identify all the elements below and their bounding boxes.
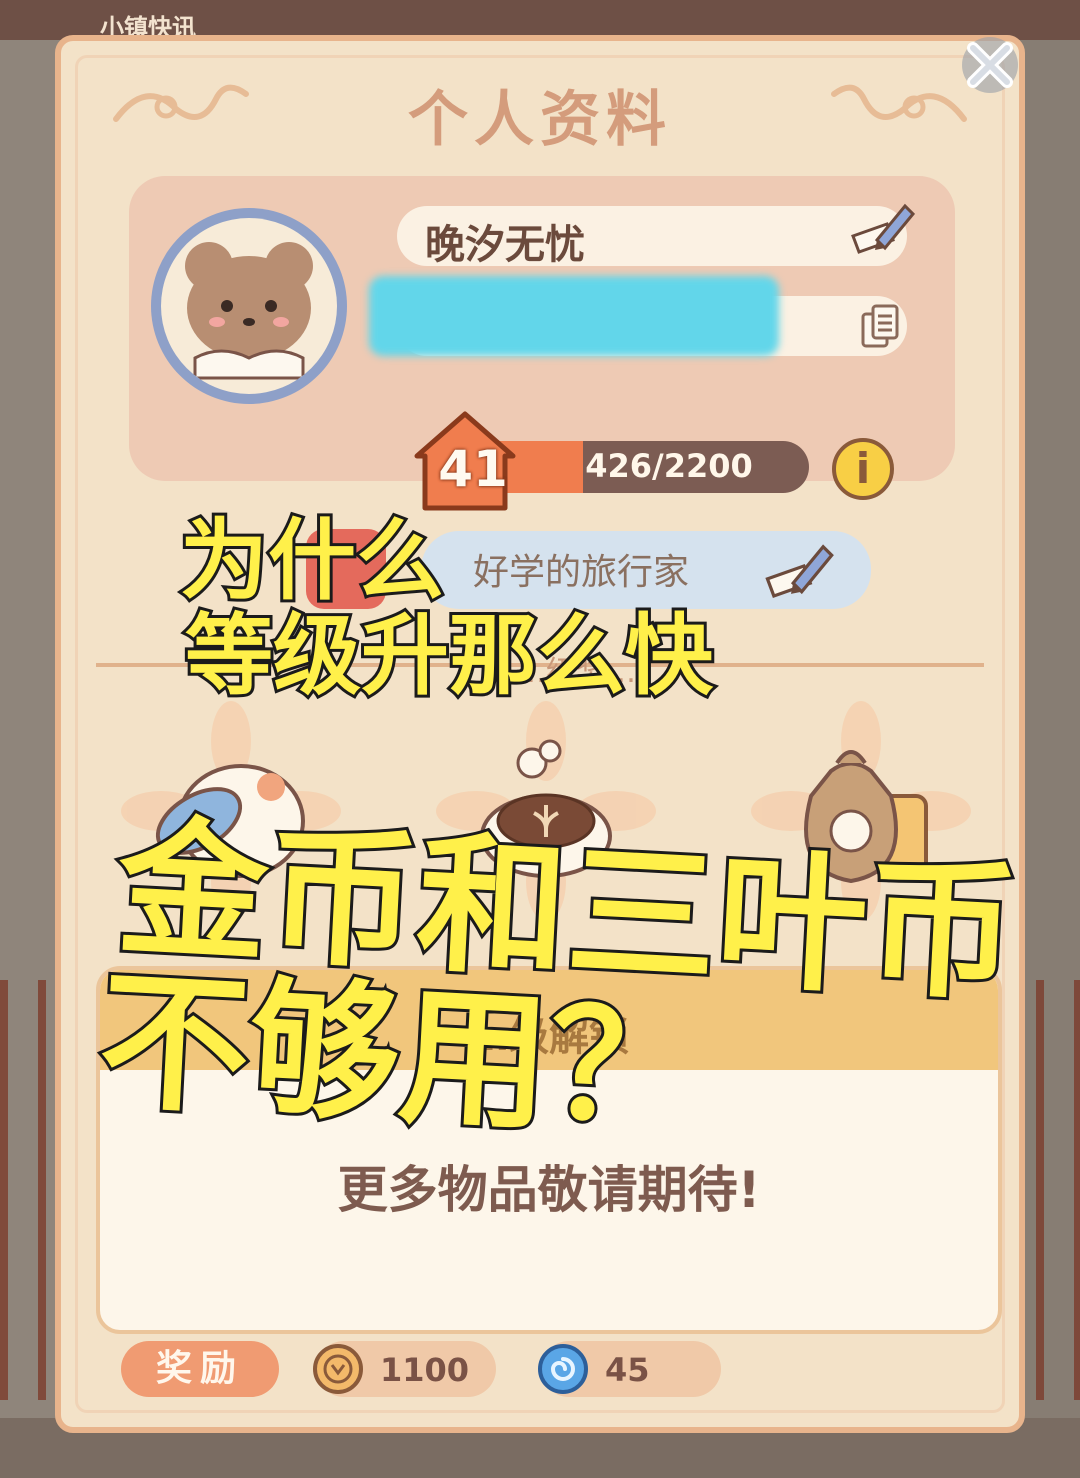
clover-coin-icon	[538, 1344, 588, 1394]
edit-title-pencil-icon[interactable]	[761, 536, 836, 611]
redacted-id	[369, 276, 779, 356]
bear-avatar-icon	[185, 242, 313, 380]
clover-reward: 45	[538, 1341, 721, 1397]
caption-line-4: 不够用？	[92, 951, 706, 1162]
coin-amount: 1100	[380, 1351, 470, 1389]
player-name: 晚汐无忧	[425, 222, 585, 268]
level-info-button[interactable]: i	[832, 438, 894, 500]
name-field: 晚汐无忧	[397, 203, 916, 268]
avatar-image	[161, 218, 337, 394]
more-items-message: 更多物品敬请期待!	[337, 1161, 761, 1219]
gold-coin-icon	[313, 1344, 363, 1394]
top-banner: 小镇快讯	[0, 0, 1080, 42]
caption-line-2: 等级升那么快	[182, 601, 716, 710]
edit-name-pencil-icon[interactable]	[847, 196, 917, 266]
panel-title: 个人资料	[408, 85, 672, 155]
copy-icon[interactable]	[859, 304, 903, 350]
coin-reward: 1100	[313, 1341, 496, 1397]
reward-label: 奖励	[121, 1341, 279, 1397]
player-id-field	[369, 276, 907, 356]
clover-amount: 45	[605, 1351, 650, 1389]
level-number: 41	[438, 440, 508, 498]
profile-panel: 个人资料 晚汐无忧 426/2200 41 i 好学的旅行家 …级奖… …级解锁…	[55, 35, 1025, 1433]
profile-card: 晚汐无忧 426/2200 41 i	[129, 176, 955, 511]
close-icon[interactable]	[955, 30, 1025, 100]
avatar[interactable]	[151, 208, 347, 404]
